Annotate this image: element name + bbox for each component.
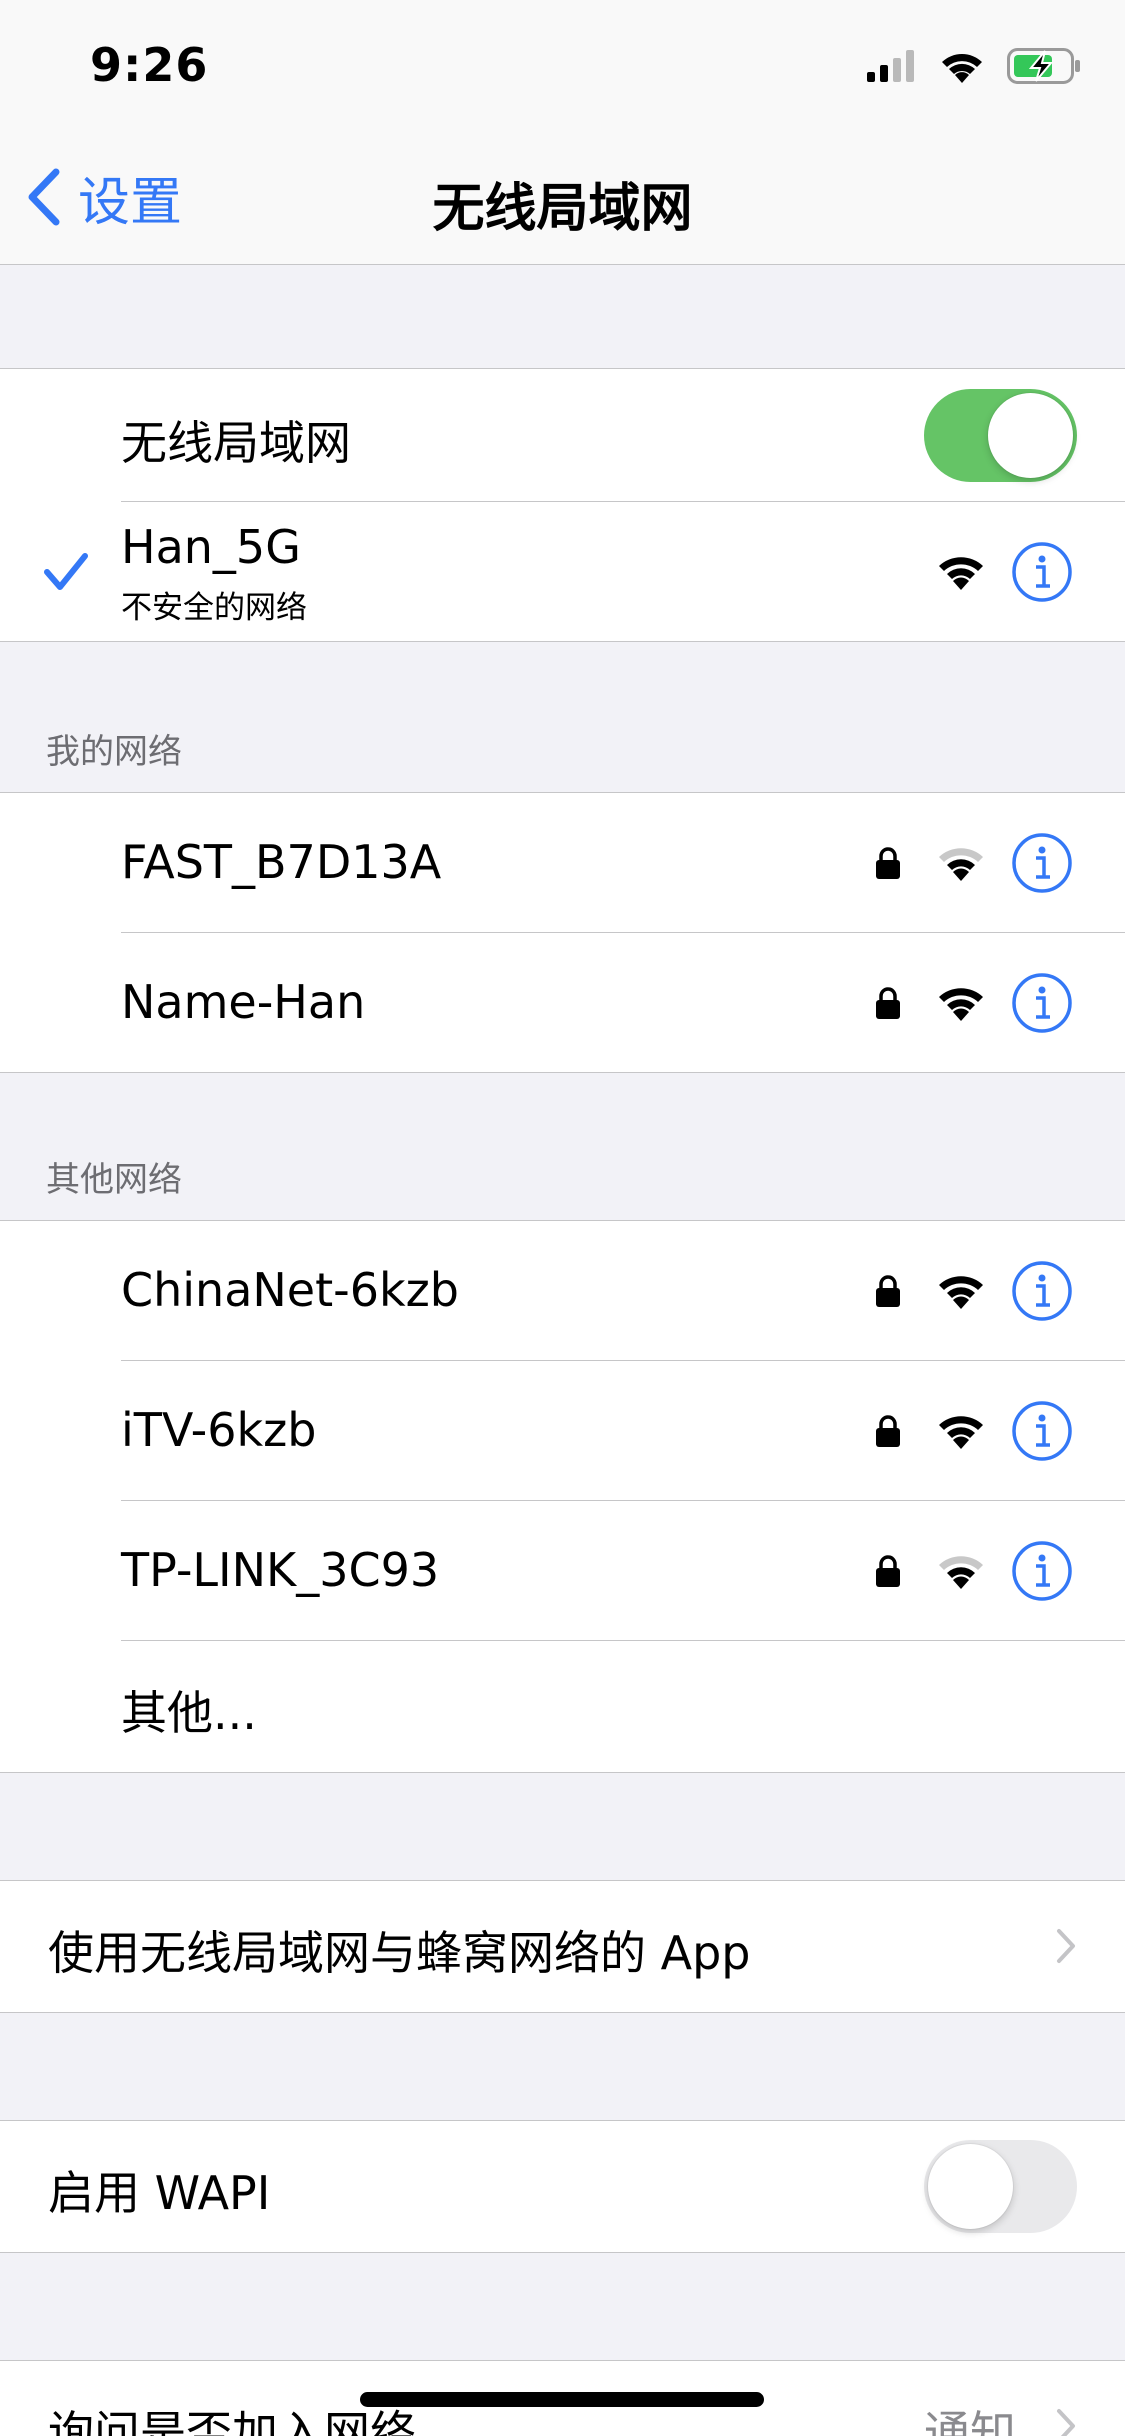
- wifi-signal-icon: [939, 1556, 983, 1589]
- ask-join-value: 通知: [924, 2406, 1016, 2436]
- wifi-toggle-label: 无线局域网: [121, 416, 351, 470]
- info-icon[interactable]: [1011, 541, 1073, 603]
- wifi-signal-icon: [939, 557, 983, 590]
- wifi-signal-icon: [939, 1416, 983, 1449]
- wapi-label: 启用 WAPI: [48, 2166, 271, 2220]
- page-title: 无线局域网: [432, 179, 693, 239]
- network-name: TP-LINK_3C93: [121, 1543, 440, 1597]
- battery-charging-icon: [1007, 48, 1080, 84]
- wapi-toggle-switch[interactable]: [924, 2140, 1077, 2233]
- wapi-row: 启用 WAPI: [0, 2121, 1125, 2252]
- wifi-signal-icon: [939, 988, 983, 1021]
- other-networks-header: 其他网络: [46, 1160, 182, 1200]
- wifi-main-group: 无线局域网 Han_5G 不安全的网络: [0, 368, 1125, 642]
- lock-icon: [876, 987, 900, 1019]
- wifi-signal-icon: [939, 1276, 983, 1309]
- info-icon[interactable]: [1011, 1260, 1073, 1322]
- info-icon[interactable]: [1011, 972, 1073, 1034]
- status-bar: 9:26: [0, 0, 1125, 132]
- network-name: Name-Han: [121, 975, 366, 1029]
- connected-network-row[interactable]: Han_5G 不安全的网络: [0, 502, 1125, 641]
- wifi-signal-icon: [939, 848, 983, 881]
- network-row[interactable]: FAST_B7D13A: [0, 793, 1125, 933]
- network-row[interactable]: TP-LINK_3C93: [0, 1501, 1125, 1641]
- my-networks-header: 我的网络: [46, 732, 182, 772]
- info-icon[interactable]: [1011, 832, 1073, 894]
- apps-using-wlan-row[interactable]: 使用无线局域网与蜂窝网络的 App: [0, 1881, 1125, 2012]
- other-network-row[interactable]: 其他...: [0, 1641, 1125, 1772]
- apps-using-wlan-label: 使用无线局域网与蜂窝网络的 App: [48, 1926, 751, 1980]
- chevron-right-icon: [1057, 2409, 1075, 2436]
- checkmark-icon: [44, 553, 88, 590]
- wifi-toggle-row: 无线局域网: [0, 369, 1125, 502]
- lock-icon: [876, 1275, 900, 1307]
- network-name: iTV-6kzb: [121, 1403, 317, 1457]
- apps-group: 使用无线局域网与蜂窝网络的 App: [0, 1880, 1125, 2013]
- info-icon[interactable]: [1011, 1400, 1073, 1462]
- wifi-status-icon: [942, 54, 982, 83]
- lock-icon: [876, 1415, 900, 1447]
- network-row[interactable]: ChinaNet-6kzb: [0, 1221, 1125, 1361]
- network-row[interactable]: iTV-6kzb: [0, 1361, 1125, 1501]
- home-indicator[interactable]: [360, 2392, 764, 2407]
- network-name: ChinaNet-6kzb: [121, 1263, 459, 1317]
- my-networks-group: FAST_B7D13A Name-Han: [0, 792, 1125, 1073]
- lock-icon: [876, 847, 900, 879]
- status-icons: [867, 48, 1081, 84]
- lock-icon: [876, 1555, 900, 1587]
- connected-network-name: Han_5G: [121, 520, 301, 574]
- other-networks-group: ChinaNet-6kzb iTV-6kzb TP-LINK_3C93 其他..…: [0, 1220, 1125, 1773]
- navigation-bar: 设置 无线局域网: [0, 132, 1125, 265]
- status-time: 9:26: [90, 38, 209, 92]
- network-name: FAST_B7D13A: [121, 835, 442, 889]
- other-network-label: 其他...: [121, 1686, 257, 1740]
- info-icon[interactable]: [1011, 1540, 1073, 1602]
- wapi-group: 启用 WAPI: [0, 2120, 1125, 2253]
- chevron-right-icon: [1057, 1929, 1075, 1963]
- connected-network-subtitle: 不安全的网络: [121, 590, 307, 626]
- cellular-signal-icon: [867, 50, 914, 82]
- wifi-toggle-switch[interactable]: [924, 389, 1077, 482]
- network-row[interactable]: Name-Han: [0, 933, 1125, 1072]
